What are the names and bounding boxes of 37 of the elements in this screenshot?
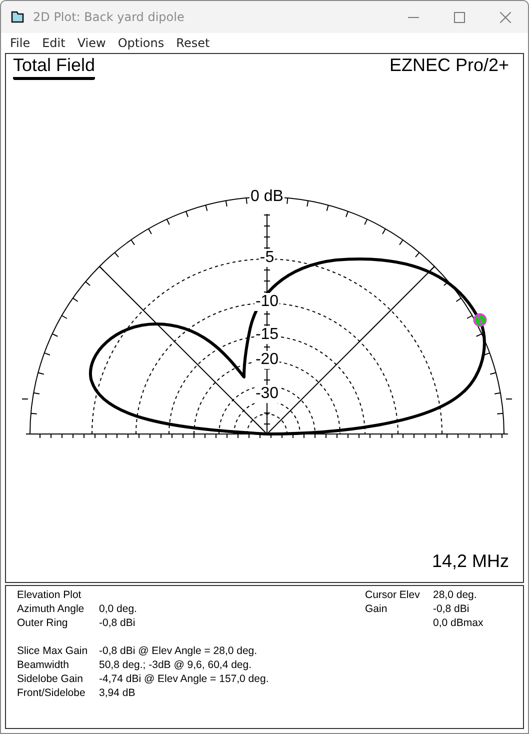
ring-label: -5 (258, 249, 276, 267)
info-label: Outer Ring (17, 617, 69, 631)
menu-item[interactable]: Reset (171, 36, 215, 50)
info-value: -0,8 dBi (99, 617, 136, 631)
info-value: 3,94 dB (99, 687, 136, 701)
maximize-icon (454, 12, 464, 22)
cursor-marker (473, 313, 487, 327)
ring-label: -10 (254, 293, 280, 311)
ring-label: 0 dB (250, 188, 284, 206)
info-value: -4,74 dBi @ Elev Angle = 157,0 deg. (99, 673, 269, 687)
info-value: -0,8 dBi @ Elev Angle = 28,0 deg. (99, 645, 258, 659)
ring-label: -20 (254, 351, 280, 369)
ring-label: -30 (254, 385, 280, 403)
menu-item[interactable]: File (5, 36, 36, 50)
frequency-label: 14,2 MHz (432, 551, 509, 572)
program-name: EZNEC Pro/2+ (389, 54, 509, 76)
info-label: Beamwidth (17, 659, 70, 673)
info-label: Cursor Elev (365, 589, 421, 603)
info-value: 50,8 deg.; -3dB @ 9,6, 60,4 deg. (99, 659, 253, 673)
menu-item[interactable]: Options (112, 36, 170, 50)
info-value: 0,0 dBmax (433, 617, 484, 631)
app-icon (11, 10, 25, 24)
info-value: 28,0 deg. (433, 589, 478, 603)
info-value: -0,8 dBi (433, 603, 470, 617)
info-label: Azimuth Angle (17, 603, 86, 617)
info-value: 0,0 deg. (99, 603, 138, 617)
info-label: Elevation Plot (17, 589, 82, 603)
info-label: Sidelobe Gain (17, 673, 84, 687)
close-icon (500, 12, 510, 22)
menu-item[interactable]: View (72, 36, 111, 50)
info-label: Slice Max Gain (17, 645, 89, 659)
window-title: 2D Plot: Back yard dipole (33, 10, 186, 24)
info-label: Front/Sidelobe (17, 687, 86, 701)
ring-label: -15 (254, 326, 280, 344)
menu-item[interactable]: Edit (37, 36, 70, 50)
info-label: Gain (365, 603, 388, 617)
plot-title: Total Field (13, 54, 96, 80)
